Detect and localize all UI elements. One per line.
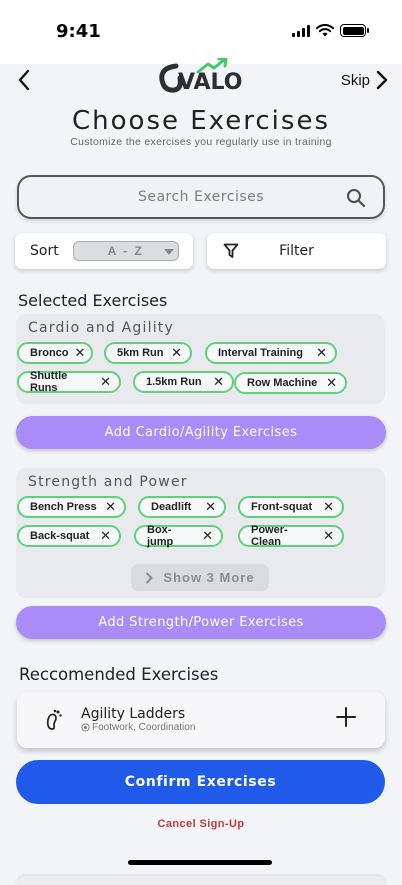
recommended-item-tags: Footwork, Coordination: [81, 722, 195, 733]
chip-label: Power-Clean: [251, 524, 288, 548]
recommended-item-name: Agility Ladders: [81, 706, 186, 722]
logo-text: VALO: [178, 70, 242, 95]
chip-label: Back-squat: [30, 530, 90, 542]
cardio-agility-group: Cardio and Agility Bronco ✕ 5km Run ✕ Inte…: [16, 314, 385, 404]
search-icon[interactable]: [346, 188, 366, 208]
home-indicator: [128, 860, 272, 865]
status-icons: [292, 24, 369, 37]
remove-chip-icon[interactable]: ✕: [205, 499, 216, 515]
cancel-signup-link[interactable]: Cancel Sign-Up: [0, 818, 402, 830]
remove-chip-icon[interactable]: ✕: [326, 375, 337, 391]
plus-icon[interactable]: [335, 706, 357, 728]
chip-label: Bench Press: [30, 501, 97, 513]
search-input[interactable]: [61, 189, 341, 205]
recommended-exercises-heading: Reccomended Exercises: [19, 665, 219, 684]
page-title: Choose Exercises: [72, 106, 330, 136]
back-button[interactable]: [12, 68, 36, 92]
search-bar[interactable]: [17, 175, 385, 219]
remove-chip-icon[interactable]: ✕: [105, 499, 116, 515]
filter-icon: [223, 243, 239, 258]
chevron-left-icon: [18, 69, 30, 91]
remove-chip-icon[interactable]: ✕: [202, 528, 213, 544]
skip-label: Skip: [340, 71, 370, 89]
sort-dropdown[interactable]: A - Z: [72, 241, 179, 261]
filter-button[interactable]: Filter: [207, 233, 386, 269]
sort-label: Sort: [30, 243, 59, 259]
add-cardio-agility-button[interactable]: Add Cardio/Agility Exercises: [16, 416, 386, 449]
chip-label: Deadlift: [151, 501, 192, 513]
remove-chip-icon[interactable]: ✕: [100, 374, 111, 390]
cellular-signal-icon: [292, 24, 310, 37]
status-bar: 9:41: [0, 0, 402, 64]
chip-label: Box-jump: [147, 524, 174, 548]
remove-chip-icon[interactable]: ✕: [100, 528, 111, 544]
next-card-edge: [17, 876, 385, 885]
confirm-exercises-button[interactable]: Confirm Exercises: [16, 760, 385, 804]
chip-deadlift: Deadlift ✕: [138, 496, 226, 518]
chip-bronco: Bronco ✕: [17, 342, 93, 364]
remove-chip-icon[interactable]: ✕: [75, 345, 86, 361]
chip-label: Front-squat: [251, 501, 313, 513]
chip-label: Row Machine: [247, 377, 318, 389]
chip-1-5km-run: 1.5km Run ✕: [133, 371, 234, 393]
sort-value: A - Z: [107, 244, 144, 258]
chip-label: 5km Run: [117, 347, 164, 359]
chip-label: Shuttle Runs: [30, 370, 68, 394]
valo-logo: VALO: [158, 57, 243, 98]
recommended-item[interactable]: Agility Ladders Footwork, Coordination: [17, 692, 385, 748]
chip-label: 1.5km Run: [146, 376, 202, 388]
chip-bench-press: Bench Press ✕: [17, 496, 126, 518]
page-subtitle: Customize the exercises you regularly us…: [70, 136, 332, 148]
remove-chip-icon[interactable]: ✕: [213, 374, 224, 390]
selected-exercises-heading: Selected Exercises: [18, 291, 168, 310]
show-more-button[interactable]: Show 3 More: [131, 564, 269, 591]
chip-5km-run: 5km Run ✕: [104, 342, 192, 364]
chip-interval-training: Interval Training ✕: [205, 342, 337, 364]
cardio-agility-title: Cardio and Agility: [28, 320, 174, 336]
remove-chip-icon[interactable]: ✕: [171, 345, 182, 361]
wifi-icon: [316, 24, 334, 37]
show-more-label: Show 3 More: [163, 570, 255, 585]
footprint-icon: [46, 709, 62, 730]
chip-label: Bronco: [30, 347, 69, 359]
remove-chip-icon[interactable]: ✕: [323, 528, 334, 544]
sort-control: Sort A - Z: [15, 233, 193, 269]
remove-chip-icon[interactable]: ✕: [323, 499, 334, 515]
chip-row-machine: Row Machine ✕: [234, 372, 347, 394]
target-icon: [81, 723, 90, 732]
status-time: 9:41: [56, 21, 101, 42]
chip-power-clean: Power-Clean ✕: [238, 524, 344, 548]
chevron-right-icon: [376, 70, 388, 90]
skip-button[interactable]: Skip: [341, 70, 388, 90]
chip-back-squat: Back-squat ✕: [17, 525, 121, 547]
chip-box-jump: Box-jump ✕: [134, 524, 223, 548]
chip-front-squat: Front-squat ✕: [238, 496, 344, 518]
strength-power-title: Strength and Power: [28, 474, 188, 490]
remove-chip-icon[interactable]: ✕: [316, 345, 327, 361]
battery-icon: [340, 24, 369, 37]
caret-down-icon: [163, 249, 174, 255]
chip-label: Interval Training: [218, 347, 303, 359]
filter-label: Filter: [279, 243, 314, 259]
add-strength-power-button[interactable]: Add Strength/Power Exercises: [16, 606, 386, 639]
chip-shuttle-runs: Shuttle Runs ✕: [17, 370, 121, 394]
recommended-item-tags-text: Footwork, Coordination: [92, 722, 196, 733]
chevron-right-icon: [146, 572, 153, 583]
